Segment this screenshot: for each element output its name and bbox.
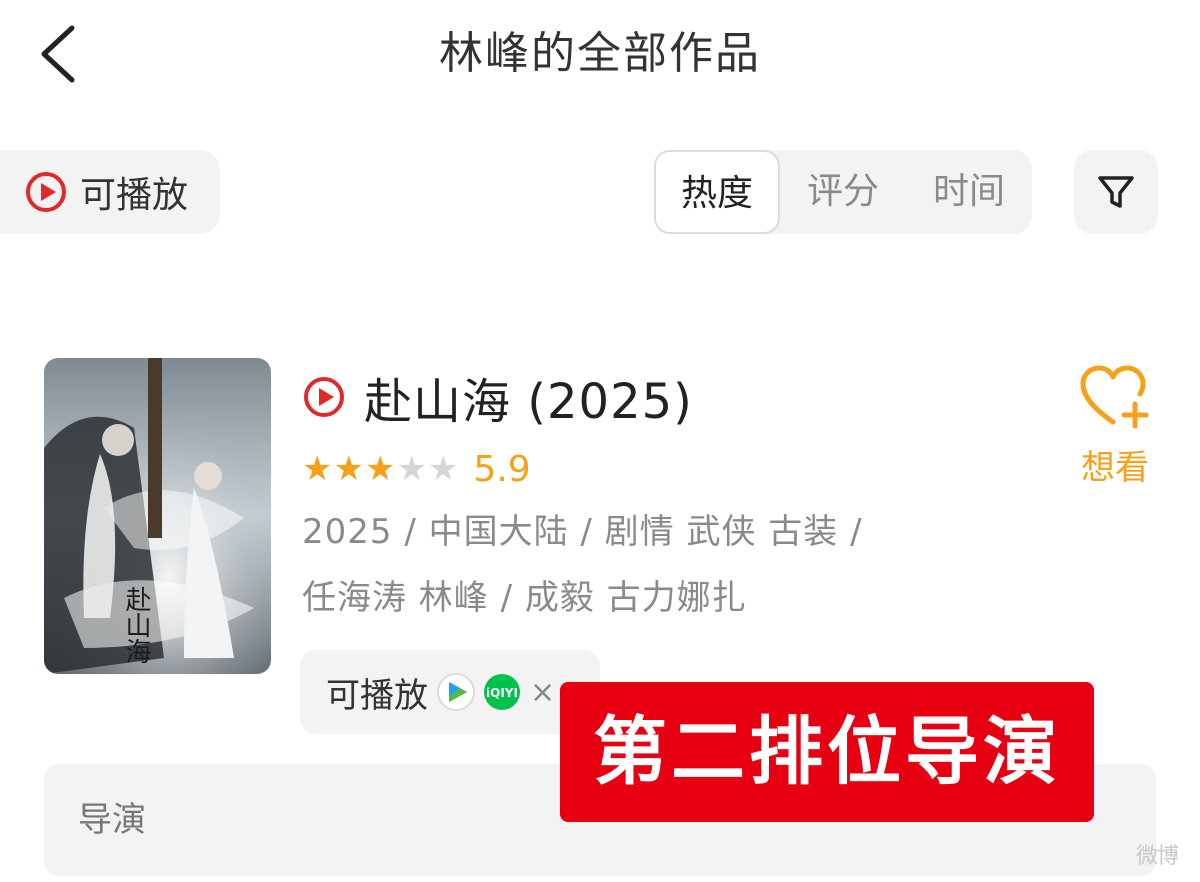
want-to-watch-button[interactable]: 想看 bbox=[1070, 364, 1160, 494]
availability-label: 可播放 bbox=[326, 675, 428, 716]
play-circle-icon bbox=[304, 377, 344, 417]
watermark: 微博 bbox=[1135, 844, 1179, 869]
star-filled-icon: ★ bbox=[364, 449, 396, 489]
star-filled-icon: ★ bbox=[333, 449, 364, 489]
work-title: 赴山海 (2025) bbox=[364, 374, 693, 430]
rating: ★ ★ ★ ★ ★ 5.9 bbox=[302, 446, 531, 492]
availability-chip[interactable]: 可播放 iQIYI × bbox=[300, 650, 600, 734]
sort-tabs: 热度 评分 时间 bbox=[654, 150, 1032, 234]
star-empty-icon: ★ bbox=[396, 449, 427, 489]
work-meta-line1: 2025 / 中国大陆 / 剧情 武侠 古装 / bbox=[302, 512, 863, 552]
playable-filter-label: 可播放 bbox=[80, 175, 189, 216]
close-icon[interactable]: × bbox=[530, 675, 555, 710]
heart-plus-icon bbox=[1080, 365, 1149, 429]
star-filled-icon: ★ bbox=[302, 449, 333, 489]
funnel-icon bbox=[1098, 176, 1134, 208]
play-circle-icon bbox=[26, 172, 66, 212]
playable-filter-button[interactable]: 可播放 bbox=[0, 150, 220, 234]
work-meta-line2: 任海涛 林峰 / 成毅 古力娜扎 bbox=[302, 578, 747, 618]
sort-tab-popularity[interactable]: 热度 bbox=[654, 150, 780, 234]
filter-button[interactable] bbox=[1074, 150, 1158, 234]
iqiyi-icon: iQIYI bbox=[484, 674, 520, 710]
role-label: 导演 bbox=[78, 800, 146, 840]
tencent-video-icon bbox=[437, 673, 475, 711]
sort-tab-rating[interactable]: 评分 bbox=[780, 150, 906, 234]
star-empty-icon: ★ bbox=[427, 449, 459, 489]
page-title: 林峰的全部作品 bbox=[439, 28, 761, 79]
sort-tab-time[interactable]: 时间 bbox=[906, 150, 1032, 234]
want-to-watch-label: 想看 bbox=[1081, 448, 1149, 488]
poster-image: 赴山海 bbox=[44, 358, 271, 674]
poster-title-text: 赴山海 bbox=[121, 586, 151, 664]
iqiyi-icon-text: iQIYI bbox=[486, 686, 518, 700]
work-poster[interactable]: 赴山海 bbox=[44, 358, 271, 674]
rating-value: 5.9 bbox=[473, 448, 531, 490]
work-title-link[interactable]: 赴山海 (2025) bbox=[302, 362, 693, 432]
annotation-banner: 第二排位导演 bbox=[560, 682, 1094, 822]
